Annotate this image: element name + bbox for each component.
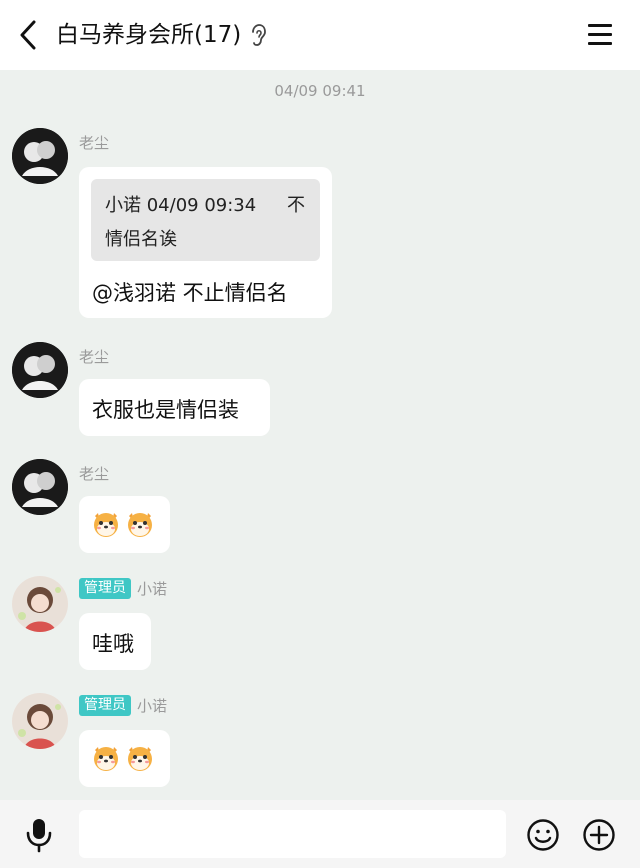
sender-name: 老尘 [79,132,109,153]
quote-text-line2: 情侣名诶 [105,229,177,250]
hamburger-menu-icon [588,24,612,27]
hamburger-menu-icon-bar [588,33,612,36]
chevron-left-icon [20,20,36,50]
back-button[interactable] [14,18,42,52]
plus-circle-icon [583,819,615,851]
admin-badge: 管理员 [79,695,131,716]
sender-label: 老尘 [79,348,110,366]
shiba-dog-emoji [128,747,152,771]
shiba-dog-emoji [94,747,118,771]
quote-author-time: 小诺 04/09 09:34 [105,195,257,216]
chat-timestamp: 04/09 09:41 [274,82,366,100]
message-bubble[interactable] [79,730,170,787]
chat-header: 白马养身会所(17) [0,0,640,70]
shiba-dog-emoji [128,513,152,537]
avatar-illustration [12,128,68,184]
avatar[interactable] [12,128,68,184]
avatar[interactable] [12,342,68,398]
emoji-button[interactable] [526,818,560,852]
message-text: 哇哦 [92,632,134,656]
sender-label: 老尘 [79,465,110,483]
avatar[interactable] [12,576,68,632]
quote-text-line1-end: 不 [287,195,305,216]
menu-button[interactable] [588,22,614,46]
admin-badge: 管理员 [79,578,131,599]
quoted-message[interactable]: 小诺 04/09 09:34 不 情侣名诶 [91,179,320,261]
microphone-icon [26,819,52,853]
message-bubble[interactable] [79,496,170,553]
sender-name: 管理员 小诺 [79,695,167,716]
message-bubble[interactable]: 小诺 04/09 09:34 不 情侣名诶 @浅羽诺 不止情侣名 [79,167,332,318]
avatar-illustration [12,693,68,749]
chat-title: 白马养身会所(17) [56,20,267,50]
avatar[interactable] [12,693,68,749]
message-bubble[interactable]: 衣服也是情侣装 [79,379,270,436]
message-text: 衣服也是情侣装 [92,398,239,422]
sender-name: 管理员 小诺 [79,578,167,599]
message-bubble[interactable]: 哇哦 [79,613,151,670]
sender-name: 老尘 [79,346,109,367]
avatar-illustration [12,459,68,515]
shiba-dog-emoji [94,513,118,537]
avatar-illustration [12,342,68,398]
hamburger-menu-icon-bar [588,42,612,45]
more-button[interactable] [582,818,616,852]
sender-label: 老尘 [79,134,110,152]
sender-label: 小诺 [137,580,168,598]
smiley-icon [527,819,559,851]
sender-name: 老尘 [79,463,109,484]
message-input[interactable] [79,810,506,858]
sender-label: 小诺 [137,697,168,715]
message-text: @浅羽诺 不止情侣名 [92,281,288,305]
ear-icon [252,24,267,46]
message-input-bar [0,800,640,868]
avatar-illustration [12,576,68,632]
avatar[interactable] [12,459,68,515]
group-name: 白马养身会所(17) [56,22,242,48]
voice-button[interactable] [24,817,54,853]
